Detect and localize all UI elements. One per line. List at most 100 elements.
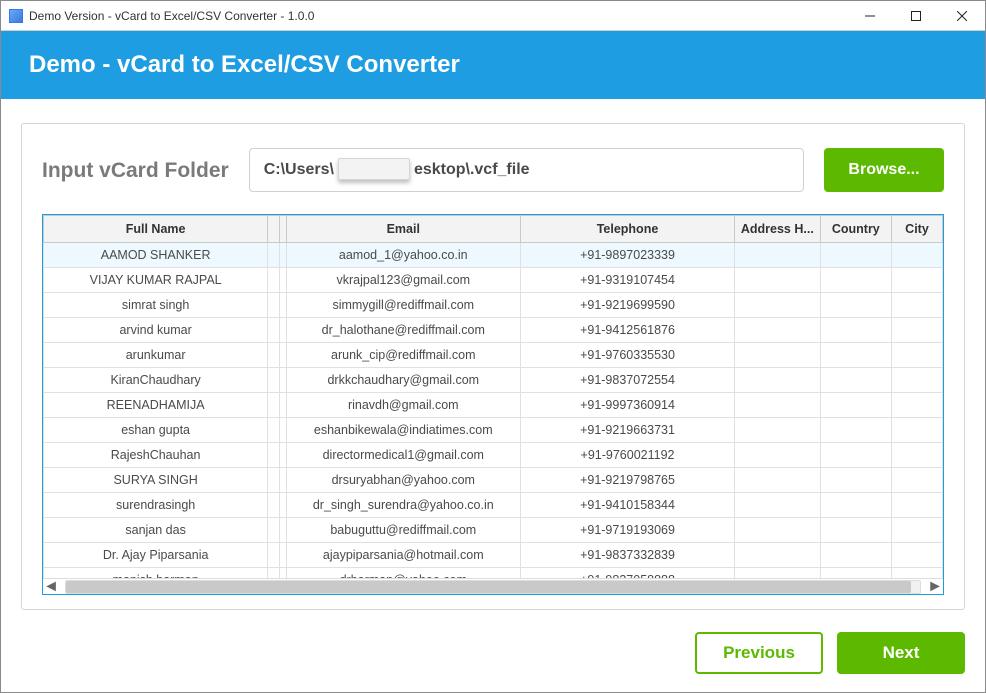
table-row[interactable]: arunkumararunk_cip@rediffmail.com+91-976… <box>44 343 943 368</box>
close-button[interactable] <box>939 1 985 30</box>
table-cell: arunkumar <box>44 343 268 368</box>
table-cell: dr_halothane@rediffmail.com <box>286 318 520 343</box>
redacted-segment <box>338 158 410 180</box>
app-icon <box>9 9 23 23</box>
table-cell: +91-9897023339 <box>520 243 734 268</box>
table-header: Full Name EmailTelephoneAddress H...Count… <box>44 216 943 243</box>
maximize-icon <box>911 11 921 21</box>
table-cell <box>268 418 280 443</box>
table-cell: drbarman@yahoo.com <box>286 568 520 579</box>
table-cell <box>735 318 821 343</box>
table-cell <box>820 293 891 318</box>
table-cell <box>268 468 280 493</box>
column-header[interactable]: Telephone <box>520 216 734 243</box>
table-cell <box>891 468 942 493</box>
column-header[interactable]: Address H... <box>735 216 821 243</box>
previous-button[interactable]: Previous <box>695 632 823 674</box>
table-cell: drkkchaudhary@gmail.com <box>286 368 520 393</box>
column-header[interactable]: Country <box>820 216 891 243</box>
table-row[interactable]: SURYA SINGHdrsuryabhan@yahoo.com+91-9219… <box>44 468 943 493</box>
table-cell <box>891 243 942 268</box>
table-cell <box>735 293 821 318</box>
table-cell: manish barman <box>44 568 268 579</box>
table-cell: +91-9837072554 <box>520 368 734 393</box>
contacts-table: Full Name EmailTelephoneAddress H...Count… <box>43 215 943 578</box>
table-cell <box>820 518 891 543</box>
folder-path-input[interactable]: C:\Users\ esktop\.vcf_file <box>249 148 804 192</box>
table-cell: VIJAY KUMAR RAJPAL <box>44 268 268 293</box>
table-cell <box>891 268 942 293</box>
table-cell: +91-9719193069 <box>520 518 734 543</box>
table-row[interactable]: manish barman drbarman@yahoo.com+91-98370… <box>44 568 943 579</box>
table-cell <box>735 393 821 418</box>
table-cell: +91-9997360914 <box>520 393 734 418</box>
table-row[interactable]: KiranChaudhary drkkchaudhary@gmail.com+91… <box>44 368 943 393</box>
table-cell <box>820 268 891 293</box>
table-cell: AAMOD SHANKER <box>44 243 268 268</box>
column-header[interactable]: Full Name <box>44 216 268 243</box>
table-row[interactable]: simrat singhsimmygill@rediffmail.com+91-… <box>44 293 943 318</box>
table-cell: +91-9410158344 <box>520 493 734 518</box>
scroll-left-arrow-icon[interactable]: ◄ <box>43 580 59 594</box>
table-cell <box>735 518 821 543</box>
table-body: AAMOD SHANKER aamod_1@yahoo.co.in+91-9897… <box>44 243 943 579</box>
horizontal-scrollbar[interactable]: ◄ ► <box>43 578 943 594</box>
close-icon <box>957 11 967 21</box>
table-row[interactable]: RajeshChauhan directormedical1@gmail.com+… <box>44 443 943 468</box>
maximize-button[interactable] <box>893 1 939 30</box>
table-cell <box>891 568 942 579</box>
table-row[interactable]: eshan guptaeshanbikewala@indiatimes.com+… <box>44 418 943 443</box>
table-cell: ajaypiparsania@hotmail.com <box>286 543 520 568</box>
table-cell <box>891 393 942 418</box>
table-cell <box>891 343 942 368</box>
next-button[interactable]: Next <box>837 632 965 674</box>
table-cell <box>891 543 942 568</box>
table-cell: eshanbikewala@indiatimes.com <box>286 418 520 443</box>
table-cell: +91-9760021192 <box>520 443 734 468</box>
table-cell: rinavdh@gmail.com <box>286 393 520 418</box>
minimize-button[interactable] <box>847 1 893 30</box>
table-row[interactable]: Dr. Ajay Piparsania ajaypiparsania@hotmai… <box>44 543 943 568</box>
table-cell <box>735 568 821 579</box>
scrollbar-track[interactable] <box>65 580 921 594</box>
table-cell: +91-9319107454 <box>520 268 734 293</box>
table-cell: vkrajpal123@gmail.com <box>286 268 520 293</box>
table-cell <box>268 293 280 318</box>
table-cell: +91-9837058888 <box>520 568 734 579</box>
table-cell: KiranChaudhary <box>44 368 268 393</box>
titlebar: Demo Version - vCard to Excel/CSV Conver… <box>1 1 985 31</box>
main-panel: Input vCard Folder C:\Users\ esktop\.vcf… <box>21 123 965 610</box>
table-cell: +91-9760335530 <box>520 343 734 368</box>
table-row[interactable]: AAMOD SHANKER aamod_1@yahoo.co.in+91-9897… <box>44 243 943 268</box>
table-cell: RajeshChauhan <box>44 443 268 468</box>
table-cell <box>735 443 821 468</box>
table-cell: drsuryabhan@yahoo.com <box>286 468 520 493</box>
table-row[interactable]: sanjan dasbabuguttu@rediffmail.com+91-97… <box>44 518 943 543</box>
table-cell: Dr. Ajay Piparsania <box>44 543 268 568</box>
scroll-right-arrow-icon[interactable]: ► <box>927 580 943 594</box>
table-row[interactable]: VIJAY KUMAR RAJPAL vkrajpal123@gmail.com+… <box>44 268 943 293</box>
table-cell: +91-9219798765 <box>520 468 734 493</box>
table-row[interactable]: REENADHAMIJArinavdh@gmail.com+91-9997360… <box>44 393 943 418</box>
table-cell <box>891 443 942 468</box>
window-title: Demo Version - vCard to Excel/CSV Conver… <box>29 9 847 23</box>
table-cell <box>735 418 821 443</box>
column-header[interactable] <box>268 216 280 243</box>
table-cell <box>268 443 280 468</box>
table-cell <box>268 318 280 343</box>
column-header[interactable]: Email <box>286 216 520 243</box>
table-cell <box>268 518 280 543</box>
table-cell <box>891 368 942 393</box>
table-cell <box>820 343 891 368</box>
table-cell <box>820 443 891 468</box>
table-row[interactable]: arvind kumardr_halothane@rediffmail.com+… <box>44 318 943 343</box>
table-cell <box>268 393 280 418</box>
table-cell: aamod_1@yahoo.co.in <box>286 243 520 268</box>
app-window: Demo Version - vCard to Excel/CSV Conver… <box>0 0 986 693</box>
scrollbar-thumb[interactable] <box>66 581 911 593</box>
table-cell: directormedical1@gmail.com <box>286 443 520 468</box>
browse-button[interactable]: Browse... <box>824 148 944 192</box>
table-row[interactable]: surendrasinghdr_singh_surendra@yahoo.co.… <box>44 493 943 518</box>
column-header[interactable]: City <box>891 216 942 243</box>
table-scroll[interactable]: Full Name EmailTelephoneAddress H...Count… <box>43 215 943 578</box>
